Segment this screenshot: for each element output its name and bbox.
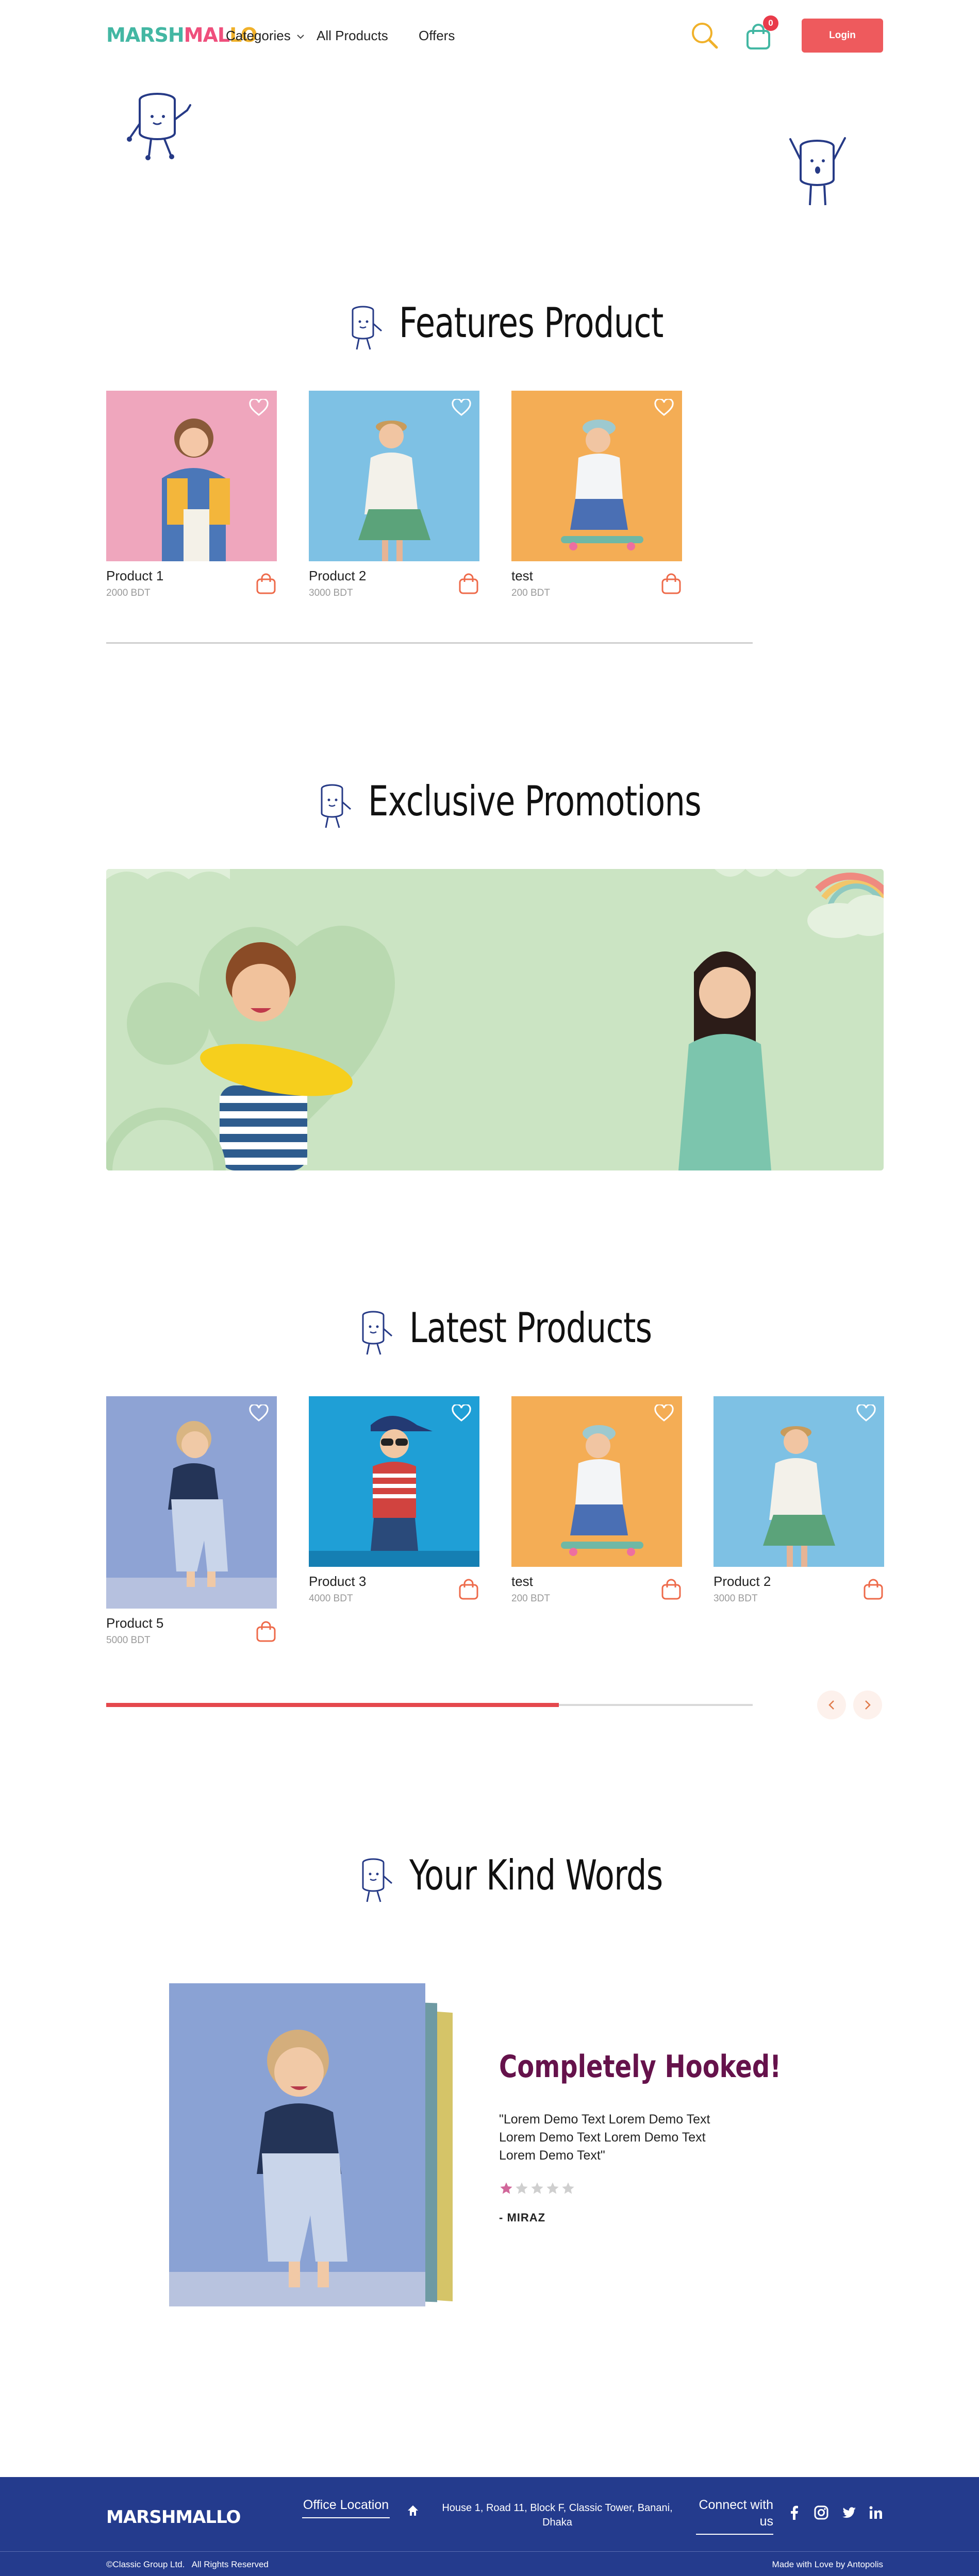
testimonial-section-heading: Your Kind Words — [351, 1851, 681, 1908]
login-button[interactable]: Login — [802, 19, 883, 53]
latest-scroll-progress — [106, 1703, 559, 1707]
product-card[interactable]: Product 1 2000 BDT — [106, 391, 277, 607]
office-address: House 1, Road 11, Block F, Classic Tower… — [442, 2502, 673, 2528]
product-name[interactable]: test — [511, 568, 533, 584]
product-card[interactable]: test 200 BDT — [511, 1396, 682, 1613]
nav-all-products[interactable]: All Products — [317, 28, 388, 44]
product-price: 4000 BDT — [309, 1593, 353, 1604]
featured-scroll-track[interactable] — [106, 642, 753, 644]
credit-text[interactable]: Made with Love by Antopolis — [772, 2560, 883, 2570]
heart-icon[interactable] — [249, 1404, 269, 1422]
add-to-cart-bag-icon[interactable] — [862, 1579, 884, 1600]
footer-divider — [0, 2551, 979, 2552]
copyright-text: ©Classic Group Ltd. All Rights Reserved — [106, 2560, 269, 2569]
promotion-banner[interactable] — [106, 869, 884, 1170]
site-footer: MARSHMALLO Office Location House 1, Road… — [0, 2477, 979, 2576]
chevron-left-icon — [828, 1700, 834, 1710]
product-price: 5000 BDT — [106, 1635, 151, 1646]
add-to-cart-bag-icon[interactable] — [458, 1579, 479, 1600]
testimonial-reviewer: - MIRAZ — [499, 2211, 546, 2224]
testimonial-photo — [169, 1983, 425, 2306]
product-image[interactable] — [106, 1396, 277, 1609]
add-to-cart-bag-icon[interactable] — [458, 573, 479, 595]
office-location-label: Office Location — [302, 2497, 390, 2518]
search-icon[interactable] — [689, 20, 720, 51]
add-to-cart-bag-icon[interactable] — [660, 573, 682, 595]
marshmallow-mascot-icon — [321, 784, 351, 828]
cart-count-badge: 0 — [763, 15, 778, 31]
nav-offers[interactable]: Offers — [419, 28, 455, 44]
instagram-icon[interactable] — [814, 2505, 829, 2520]
product-card[interactable]: test 200 BDT — [511, 391, 682, 607]
product-name[interactable]: Product 1 — [106, 568, 163, 584]
marshmallow-mascot-icon — [789, 137, 846, 206]
heart-icon[interactable] — [856, 1404, 876, 1422]
heart-icon[interactable] — [654, 399, 674, 416]
footer-logo[interactable]: MARSHMALLO — [106, 2507, 241, 2528]
heart-icon[interactable] — [654, 1404, 674, 1422]
star-empty-icon — [546, 2182, 559, 2194]
latest-title: Latest Products — [409, 1304, 652, 1352]
promotions-title: Exclusive Promotions — [368, 777, 702, 825]
footer-logo-part-marsh: MARSH — [106, 2507, 176, 2528]
product-card[interactable]: Product 2 3000 BDT — [309, 391, 479, 607]
marshmallow-mascot-icon — [127, 93, 191, 160]
testimonial-quote: "Lorem Demo Text Lorem Demo Text Lorem D… — [499, 2112, 710, 2163]
connect-label: Connect with us — [696, 2497, 773, 2535]
carousel-prev-button[interactable] — [817, 1691, 846, 1719]
product-card[interactable]: Product 3 4000 BDT — [309, 1396, 479, 1613]
chevron-down-icon — [297, 35, 304, 39]
product-card[interactable]: Product 2 3000 BDT — [713, 1396, 884, 1613]
logo-part-mal: MAL — [184, 24, 230, 46]
nav-categories-label: Categories — [226, 28, 291, 43]
testimonial-photo-boy — [169, 2030, 425, 2306]
chevron-right-icon — [865, 1700, 871, 1710]
product-price: 200 BDT — [511, 588, 550, 598]
product-name[interactable]: test — [511, 1574, 533, 1590]
heart-icon[interactable] — [249, 399, 269, 416]
featured-title: Features Product — [399, 299, 663, 347]
heart-icon[interactable] — [452, 1404, 471, 1422]
marshmallow-mascot-icon — [362, 1311, 392, 1355]
nav-categories[interactable]: Categories — [226, 28, 305, 44]
star-empty-icon — [562, 2182, 574, 2194]
heart-icon[interactable] — [452, 399, 471, 416]
twitter-icon[interactable] — [841, 2505, 857, 2520]
product-price: 3000 BDT — [713, 1593, 758, 1604]
add-to-cart-bag-icon[interactable] — [255, 1621, 277, 1643]
product-card[interactable]: Product 5 5000 BDT — [106, 1396, 277, 1654]
product-name[interactable]: Product 3 — [309, 1574, 366, 1590]
promotion-banner-art — [106, 869, 884, 1170]
linkedin-icon[interactable] — [868, 2505, 884, 2520]
testimonial-rating — [499, 2181, 575, 2196]
star-filled-icon — [500, 2182, 512, 2194]
featured-section-heading: Features Product — [340, 299, 670, 356]
product-photo-boy — [106, 1421, 277, 1609]
testimonial-title: Your Kind Words — [409, 1851, 663, 1899]
facebook-icon[interactable] — [787, 2505, 802, 2520]
add-to-cart-bag-icon[interactable] — [660, 1579, 682, 1600]
latest-section-heading: Latest Products — [351, 1304, 660, 1361]
testimonial-photo-stack — [169, 1983, 458, 2308]
footer-logo-part-lo: LO — [216, 2507, 241, 2528]
product-price: 200 BDT — [511, 1593, 550, 1604]
product-price: 2000 BDT — [106, 588, 151, 598]
marshmallow-mascot-icon — [352, 306, 382, 350]
star-empty-icon — [516, 2182, 528, 2194]
cart-button[interactable]: 0 — [744, 15, 778, 51]
home-icon — [408, 2505, 418, 2516]
logo-part-marsh: MARSH — [106, 24, 185, 46]
add-to-cart-bag-icon[interactable] — [255, 573, 277, 595]
product-price: 3000 BDT — [309, 588, 353, 598]
product-name[interactable]: Product 5 — [106, 1615, 163, 1631]
latest-scroll-track[interactable] — [106, 1703, 753, 1707]
footer-logo-part-mal: MAL — [175, 2507, 217, 2528]
product-name[interactable]: Product 2 — [713, 1574, 771, 1590]
promotions-section-heading: Exclusive Promotions — [309, 777, 702, 834]
carousel-next-button[interactable] — [853, 1691, 882, 1719]
star-empty-icon — [531, 2182, 543, 2194]
marshmallow-mascot-icon — [362, 1858, 392, 1902]
product-name[interactable]: Product 2 — [309, 568, 366, 584]
testimonial-headline: Completely Hooked! — [499, 2049, 782, 2085]
